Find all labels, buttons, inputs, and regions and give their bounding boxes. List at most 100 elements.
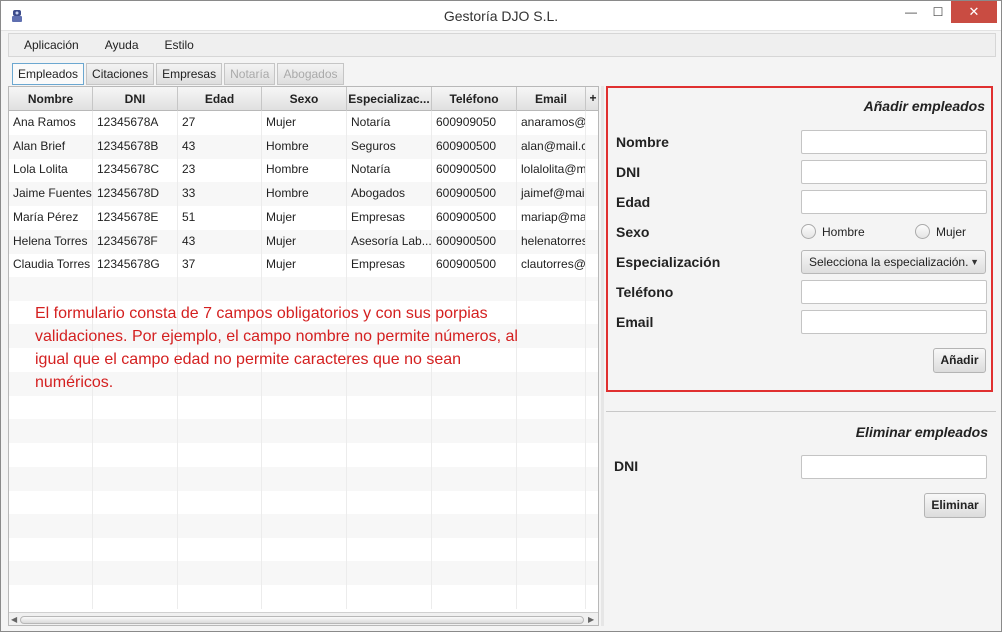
maximize-icon[interactable]: ☐ [921, 1, 955, 23]
table-cell [347, 442, 432, 467]
close-icon[interactable]: ✕ [951, 1, 997, 23]
radio-hombre-circle[interactable] [801, 224, 816, 239]
table-cell: 43 [178, 134, 262, 159]
table-cell [517, 513, 586, 538]
column-header[interactable]: Nombre [9, 87, 93, 111]
menu-estilo[interactable]: Estilo [150, 38, 205, 52]
table-cell [93, 585, 178, 609]
radio-hombre-label: Hombre [822, 224, 865, 239]
scrollbar-thumb[interactable] [20, 616, 584, 624]
table-cell [432, 490, 517, 515]
table-cell [347, 513, 432, 538]
delete-dni-field[interactable] [801, 455, 987, 479]
table-row[interactable]: Helena Torres 12345678F 43 Mujer Asesoría La… [9, 229, 598, 254]
empty-row [9, 395, 598, 420]
chevron-down-icon[interactable]: ▼ [970, 251, 979, 273]
table-cell [262, 490, 347, 515]
table-cell [93, 466, 178, 491]
table-row[interactable]: Lola Lolita 12345678C 23 Hombre Notaría 60090… [9, 158, 598, 183]
table-cell [347, 276, 432, 301]
column-header[interactable]: Edad [178, 87, 262, 111]
table-cell [432, 276, 517, 301]
delete-button[interactable]: Eliminar [924, 493, 986, 518]
table-cell [262, 466, 347, 491]
table-row[interactable]: Claudia Torres 12345678G 37 Mujer Empresas 60… [9, 253, 598, 278]
dni-field[interactable] [801, 160, 987, 184]
table-cell: Abogados [347, 182, 432, 207]
table-row[interactable]: Alan Brief 12345678B 43 Hombre Seguros 600900… [9, 134, 598, 159]
column-header[interactable]: Sexo [262, 87, 347, 111]
menu-ayuda[interactable]: Ayuda [90, 38, 150, 52]
table-cell [93, 537, 178, 562]
column-header[interactable]: Teléfono [432, 87, 517, 111]
table-cell [347, 537, 432, 562]
table-cell: 37 [178, 253, 262, 278]
dni-label: DNI [616, 164, 641, 180]
table-cell [517, 348, 586, 372]
table-cell: 27 [178, 111, 262, 135]
table-cell: Mujer [262, 205, 347, 230]
radio-mujer-circle[interactable] [915, 224, 930, 239]
scroll-right-icon[interactable]: ▶ [588, 615, 594, 624]
table-cell [178, 419, 262, 444]
table-row[interactable]: María Pérez 12345678E 51 Mujer Empresas 60090… [9, 205, 598, 230]
radio-mujer[interactable]: Mujer [915, 224, 966, 239]
add-column-icon[interactable]: + [586, 87, 598, 111]
table-header: Nombre DNI Edad Sexo Especializac... Teléfono… [9, 87, 598, 111]
delete-employee-panel: Eliminar empleados DNI Eliminar [606, 411, 996, 626]
delete-panel-title: Eliminar empleados [855, 424, 988, 440]
tab-empleados[interactable]: Empleados [12, 63, 85, 85]
horizontal-scrollbar[interactable]: ◀ ▶ [9, 612, 598, 625]
tab-citaciones[interactable]: Citaciones [86, 63, 155, 85]
table-cell [93, 513, 178, 538]
sexo-label: Sexo [616, 224, 650, 240]
column-header[interactable]: Especializac... [347, 87, 432, 111]
table-cell: 23 [178, 158, 262, 183]
table-cell [517, 276, 586, 301]
tab-empresas[interactable]: Empresas [156, 63, 223, 85]
radio-hombre[interactable]: Hombre [801, 224, 865, 239]
table-cell: 12345678E [93, 205, 178, 230]
scroll-left-icon[interactable]: ◀ [11, 615, 17, 624]
annotation-text: El formulario consta de 7 campos obligat… [35, 305, 518, 391]
table-cell [262, 442, 347, 467]
app-window: Gestoría DJO S.L. — ☐ ✕ Aplicación Ayuda… [0, 0, 1002, 632]
table-cell: 600909050 [432, 111, 517, 135]
tab-abogados: Abogados [277, 63, 344, 85]
table-cell [517, 395, 586, 420]
menu-aplicacion[interactable]: Aplicación [9, 38, 90, 52]
add-button[interactable]: Añadir [933, 348, 986, 373]
table-cell [347, 490, 432, 515]
edad-label: Edad [616, 194, 651, 210]
table-cell [262, 585, 347, 609]
telefono-field[interactable] [801, 280, 987, 304]
table-cell: 600900500 [432, 229, 517, 254]
nombre-field[interactable] [801, 130, 987, 154]
table-cell [517, 300, 586, 325]
empty-row [9, 419, 598, 444]
edad-field[interactable] [801, 190, 987, 214]
column-header[interactable]: DNI [93, 87, 178, 111]
table-cell: jaimef@mail.... [517, 182, 586, 207]
table-cell [93, 395, 178, 420]
table-cell [178, 276, 262, 301]
table-row[interactable]: Ana Ramos 12345678A 27 Mujer Notaría 60090905… [9, 111, 598, 135]
table-cell [9, 537, 93, 562]
table-cell [517, 585, 586, 609]
table-cell [432, 513, 517, 538]
nombre-label: Nombre [616, 134, 669, 150]
table-cell: 51 [178, 205, 262, 230]
table-cell: Ana Ramos [9, 111, 93, 135]
table-cell [262, 537, 347, 562]
table-row[interactable]: Jaime Fuentes 12345678D 33 Hombre Abogados 60… [9, 182, 598, 207]
table-cell: 12345678A [93, 111, 178, 135]
table-cell: 12345678F [93, 229, 178, 254]
table-cell: Empresas [347, 205, 432, 230]
table-cell: Hombre [262, 158, 347, 183]
table-cell: Alan Brief [9, 134, 93, 159]
especializacion-select[interactable]: Selecciona la especialización. ▼ [801, 250, 986, 274]
table-cell [178, 561, 262, 586]
email-field[interactable] [801, 310, 987, 334]
column-header[interactable]: Email [517, 87, 586, 111]
split-divider[interactable] [601, 86, 604, 626]
